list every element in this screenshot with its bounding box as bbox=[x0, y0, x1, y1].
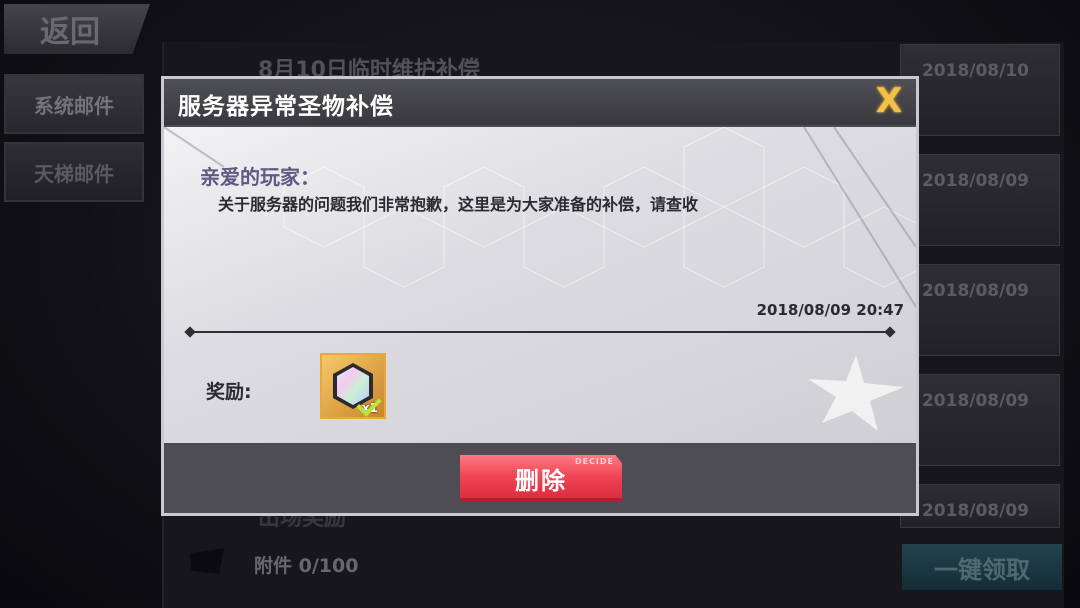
delete-button-label: 删除 bbox=[515, 466, 567, 495]
dialog-header: 服务器异常圣物补偿 X bbox=[164, 79, 916, 125]
mail-detail-dialog: 服务器异常圣物补偿 X 亲爱的玩家： 关于服务器的问题我们非常抱歉，这里是为大家… bbox=[161, 76, 919, 516]
reward-item[interactable]: x1 bbox=[320, 353, 386, 419]
dialog-body: 亲爱的玩家： 关于服务器的问题我们非常抱歉，这里是为大家准备的补偿，请查收 20… bbox=[164, 127, 916, 443]
message-body: 关于服务器的问题我们非常抱歉，这里是为大家准备的补偿，请查收 bbox=[218, 195, 699, 214]
close-icon[interactable]: X bbox=[872, 81, 906, 121]
decide-tag: DECIDE bbox=[574, 457, 614, 466]
greeting-text: 亲爱的玩家： bbox=[200, 165, 320, 189]
reward-label: 奖励: bbox=[206, 381, 252, 403]
dialog-title: 服务器异常圣物补偿 bbox=[178, 94, 394, 120]
mail-datetime: 2018/08/09 20:47 bbox=[756, 301, 904, 319]
divider bbox=[190, 331, 890, 333]
dialog-footer: 删除 DECIDE bbox=[164, 445, 916, 513]
star-decoration-icon bbox=[808, 355, 904, 431]
delete-button[interactable]: 删除 DECIDE bbox=[460, 455, 622, 501]
